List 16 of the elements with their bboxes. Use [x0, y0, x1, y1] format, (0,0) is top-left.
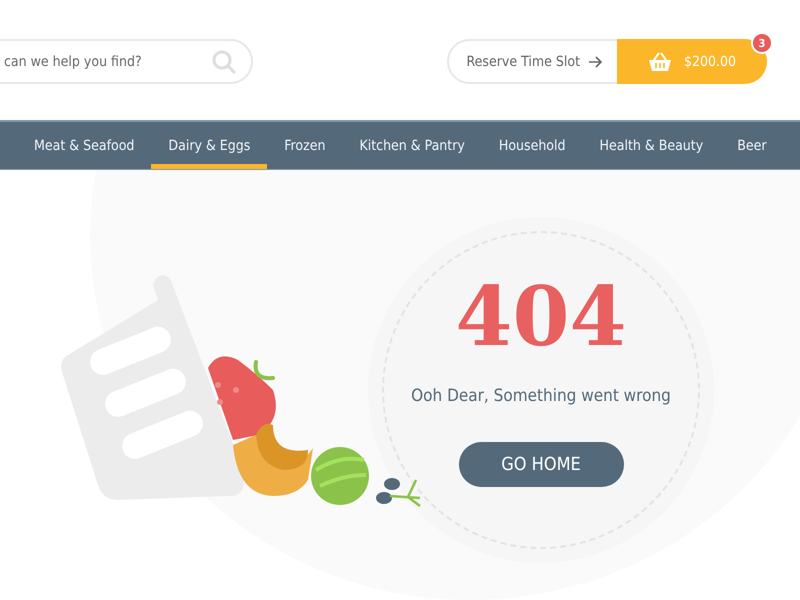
arrow-right-icon: [588, 56, 602, 68]
category-tab[interactable]: Meat & Seafood: [17, 122, 152, 169]
search-field[interactable]: can we help you find?: [0, 39, 253, 84]
cart-count-badge: 3: [751, 32, 773, 54]
go-home-button[interactable]: GO HOME: [458, 442, 624, 486]
search-icon[interactable]: [211, 49, 237, 75]
category-tab[interactable]: Dairy & Eggs: [151, 122, 268, 169]
category-tab[interactable]: Household: [482, 122, 583, 169]
category-tab[interactable]: Beer: [720, 122, 784, 169]
category-tab[interactable]: Health & Beauty: [582, 122, 720, 169]
basket-icon: [648, 52, 672, 72]
error-code: 404: [455, 276, 627, 358]
reserve-time-slot-button[interactable]: Reserve Time Slot: [446, 39, 618, 84]
category-tab[interactable]: Frozen: [267, 122, 342, 169]
category-tab[interactable]: Kitchen & Pantry: [342, 122, 482, 169]
error-message: Ooh Dear, Something went wrong: [411, 386, 671, 406]
